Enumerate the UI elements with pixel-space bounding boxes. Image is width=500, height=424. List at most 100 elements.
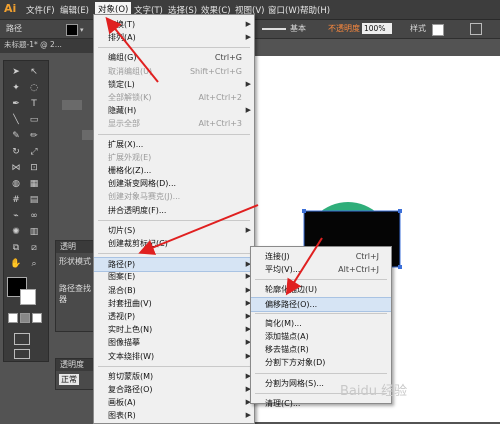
menu-item[interactable]: 切片(S) ▶ [94,224,254,237]
menu-item[interactable]: 拼合透明度(F)... [94,204,254,217]
menu-item[interactable]: 平均(V)... Alt+Ctrl+J [251,263,391,276]
fill-swatch[interactable] [66,24,78,36]
menu-item[interactable]: 透视(P) ▶ [94,310,254,323]
type-tool-icon[interactable]: T [26,97,42,111]
menu-item-label: 剪切蒙版(M) [108,371,154,381]
menu-item[interactable]: 轮廓化描边(U) [251,283,391,296]
scale-tool-icon[interactable]: ⤢ [26,145,42,159]
menu-item[interactable]: 文本绕排(W) ▶ [94,350,254,363]
hand-tool-icon[interactable]: ✋ [8,257,24,271]
none-mode-icon[interactable] [32,313,42,323]
anchor-point[interactable] [398,209,402,213]
stroke-color-icon[interactable] [20,289,36,305]
menu-item-shortcut: Alt+Ctrl+J [338,265,379,275]
gradient-tool-icon[interactable]: ▤ [26,193,42,207]
pen-tool-icon[interactable]: ✒ [8,97,24,111]
transparency-tab[interactable]: 透明 [56,241,98,253]
menu-item-label: 图案(E) [108,272,136,282]
menu-item[interactable]: 混合(B) ▶ [94,284,254,297]
line-tool-icon[interactable]: ╲ [8,113,24,127]
opacity-input[interactable]: 100% [362,23,392,34]
menu-item-label: 分割为网格(S)... [265,378,324,388]
menu-item[interactable]: 隐藏(H) ▶ [94,104,254,117]
style-swatch[interactable] [432,24,444,36]
panel-menu-icon[interactable] [470,23,482,35]
menu-item[interactable]: 剪切蒙版(M) ▶ [94,370,254,383]
menu-item[interactable]: 栅格化(Z)... [94,164,254,177]
menu-item[interactable]: 偏移路径(O)... [251,296,391,312]
pencil-tool-icon[interactable]: ✏ [26,129,42,143]
stroke-style-label[interactable]: 基本 [290,23,306,34]
menu-item[interactable]: 连接(J) Ctrl+J [251,250,391,263]
chevron-down-icon[interactable]: ▾ [80,26,84,34]
anchor-point[interactable] [398,265,402,269]
lasso-icon[interactable]: ◌ [26,81,42,95]
chevron-right-icon: ▶ [245,20,251,28]
perspective-grid-icon[interactable]: ▦ [26,177,42,191]
menu-7[interactable]: 窗口(W) [268,4,300,16]
menu-item-label: 偏移路径(O)... [265,299,318,309]
menu-item[interactable]: 创建渐变网格(D)... [94,177,254,190]
object-menu: 变换(T) ▶ 排列(A) ▶ 编组(G) Ctrl+G 取消编组(U) Shift+Ctrl… [93,14,255,424]
menu-item[interactable]: 变换(T) ▶ [94,18,254,31]
menu-item-label: 平均(V)... [265,265,301,275]
gradient-mode-icon[interactable] [20,313,30,323]
menu-item[interactable]: 简化(M)... [251,317,391,330]
menu-item-label: 隐藏(H) [108,106,137,116]
menu-item[interactable]: 分割下方对象(D) [251,356,391,369]
mesh-tool-icon[interactable]: # [8,193,24,207]
menu-item[interactable]: 编组(G) Ctrl+G [94,51,254,64]
brush-tool-icon[interactable]: ✎ [8,129,24,143]
zoom-tool-icon[interactable]: ⌕ [26,257,42,271]
app-logo: Ai [4,2,17,15]
menu-item[interactable]: 添加锚点(A) [251,330,391,343]
drawing-mode-icon[interactable] [14,333,30,345]
menu-item[interactable]: 图像描摹 ▶ [94,336,254,349]
slice-tool-icon[interactable]: ⧄ [26,241,42,255]
color-mode-icon[interactable] [8,313,18,323]
menu-item[interactable]: 实时上色(N) ▶ [94,323,254,336]
width-tool-icon[interactable]: ⋈ [8,161,24,175]
menu-item[interactable]: 复合路径(O) ▶ [94,383,254,396]
artboard-tool-icon[interactable]: ⧉ [8,241,24,255]
menu-item[interactable]: 图案(E) ▶ [94,270,254,283]
free-transform-icon[interactable]: ⊡ [26,161,42,175]
menu-item[interactable]: 封套扭曲(V) ▶ [94,297,254,310]
menu-item-label: 封套扭曲(V) [108,298,152,308]
blend-tool-icon[interactable]: ∞ [26,209,42,223]
menu-item-shortcut: Alt+Ctrl+3 [198,119,242,129]
menu-1[interactable]: 编辑(E) [60,4,89,16]
menu-item[interactable]: 锁定(L) ▶ [94,78,254,91]
menu-item[interactable]: 画板(A) ▶ [94,396,254,409]
symbol-sprayer-icon[interactable]: ✺ [8,225,24,239]
transparency-header[interactable]: 透明度 [56,359,98,371]
menu-item[interactable]: 创建裁剪标记(C) [94,237,254,250]
menu-item[interactable]: 排列(A) ▶ [94,31,254,44]
menu-separator [255,312,387,314]
direct-selection-tool-icon[interactable]: ↖ [26,65,42,79]
menu-item: 全部解锁(K) Alt+Ctrl+2 [94,91,254,104]
panel-icon[interactable] [62,100,82,110]
magic-wand-icon[interactable]: ✦ [8,81,24,95]
shape-builder-icon[interactable]: ◍ [8,177,24,191]
menu-0[interactable]: 文件(F) [26,4,55,16]
selection-tool-icon[interactable]: ➤ [8,65,24,79]
anchor-point[interactable] [302,209,306,213]
menu-item-label: 图表(R) [108,411,136,421]
menu-item[interactable]: 移去锚点(R) [251,343,391,356]
rectangle-tool-icon[interactable]: ▭ [26,113,42,127]
menu-separator [255,372,387,374]
screen-mode-icon[interactable] [14,349,30,359]
menu-separator [98,219,250,221]
menu-item-label: 透视(P) [108,312,136,321]
rotate-tool-icon[interactable]: ↻ [8,145,24,159]
blend-mode-select[interactable]: 正常 [59,374,79,385]
menu-8[interactable]: 帮助(H) [300,4,330,16]
menu-item[interactable]: 扩展(X)... [94,138,254,151]
menu-item-shortcut: Shift+Ctrl+G [189,66,242,76]
menu-item[interactable]: 图表(R) ▶ [94,409,254,422]
menu-item-label: 轮廓化描边(U) [265,285,318,295]
eyedropper-icon[interactable]: ⌁ [8,209,24,223]
menu-item-label: 简化(M)... [265,318,302,328]
graph-tool-icon[interactable]: ▥ [26,225,42,239]
